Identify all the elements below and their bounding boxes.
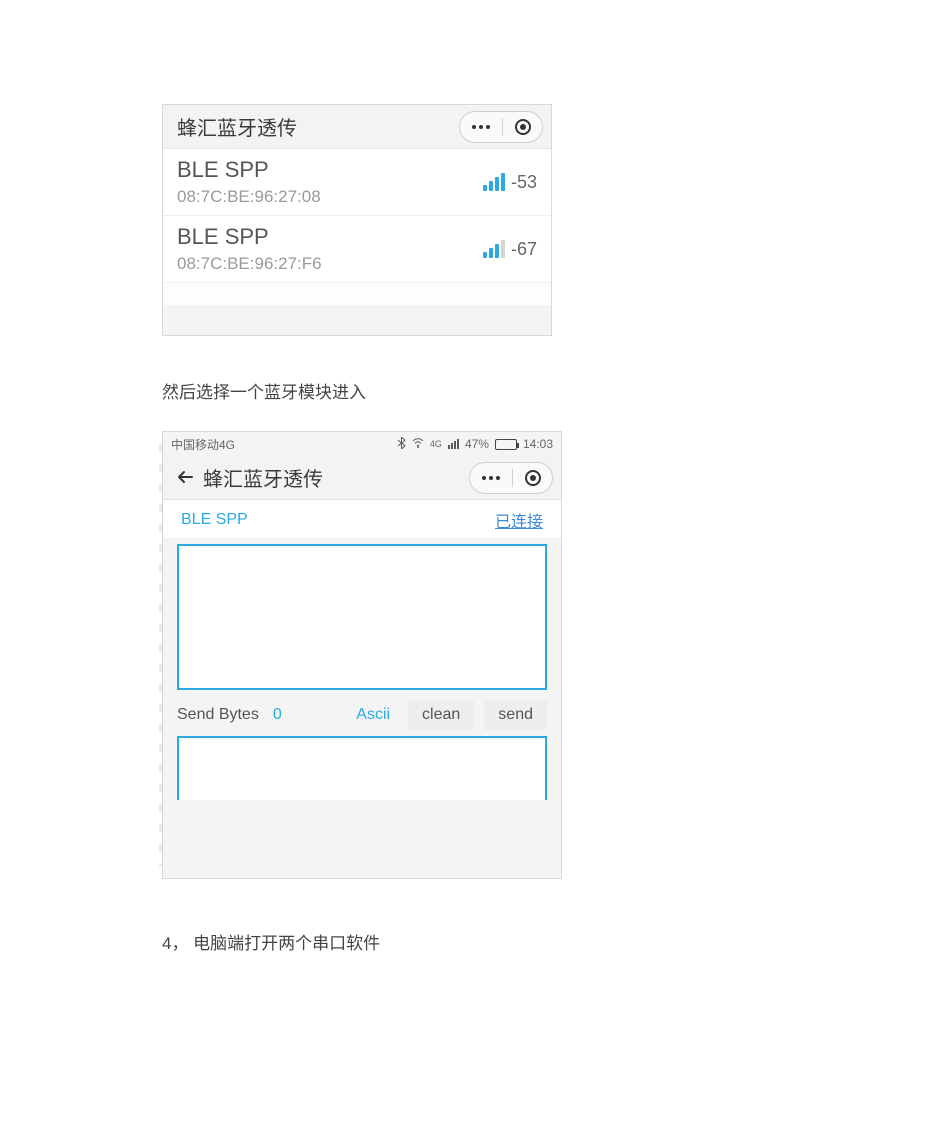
back-icon[interactable] [177, 467, 193, 489]
battery-icon [495, 439, 517, 450]
pill-separator [502, 118, 503, 136]
more-icon[interactable] [472, 125, 490, 129]
device-row[interactable]: BLE SPP 08:7C:BE:96:27:08 -53 [163, 149, 551, 216]
status-time: 14:03 [523, 437, 553, 451]
connection-status-row: BLE SPP 已连接 [163, 500, 561, 538]
send-button[interactable]: send [484, 700, 547, 730]
close-target-icon[interactable] [525, 470, 541, 486]
app-title: 蜂汇蓝牙透传 [177, 112, 459, 141]
device-rssi: -67 [511, 239, 537, 260]
close-target-icon[interactable] [515, 119, 531, 135]
device-name: BLE SPP [177, 157, 483, 183]
encoding-toggle[interactable]: Ascii [356, 706, 390, 724]
connection-state-link[interactable]: 已连接 [495, 508, 543, 532]
caption-select-module: 然后选择一个蓝牙模块进入 [162, 378, 945, 403]
send-panel[interactable] [177, 736, 547, 800]
wifi-icon [412, 437, 424, 451]
signal-bars-icon [483, 240, 505, 258]
pill-separator [512, 469, 513, 487]
device-rssi: -53 [511, 172, 537, 193]
miniprogram-menu-pill[interactable] [459, 111, 543, 143]
bluetooth-icon [397, 437, 406, 452]
app-title: 蜂汇蓝牙透传 [203, 463, 469, 492]
send-controls-row: Send Bytes 0 Ascii clean send [163, 700, 561, 730]
signal-bars-icon [483, 173, 505, 191]
title-bar: 蜂汇蓝牙透传 [163, 456, 561, 500]
receive-panel[interactable] [177, 544, 547, 690]
send-bytes-label: Send Bytes [177, 706, 259, 724]
device-mac: 08:7C:BE:96:27:F6 [177, 254, 483, 274]
device-name: BLE SPP [177, 224, 483, 250]
carrier-label: 中国移动4G [171, 436, 397, 453]
screenshot-device-list: 蜂汇蓝牙透传 BLE SPP 08:7C:BE:96:27:08 -53 BLE… [162, 104, 552, 336]
net-label: 4G [430, 439, 442, 449]
clean-button[interactable]: clean [408, 700, 474, 730]
more-icon[interactable] [482, 476, 500, 480]
title-bar: 蜂汇蓝牙透传 [163, 105, 551, 149]
screenshot-device-detail: 中国移动4G 4G 47% 14:03 蜂汇蓝牙透传 BLE SPP [162, 431, 562, 879]
caption-open-serial: 4， 电脑端打开两个串口软件 [162, 929, 945, 954]
send-bytes-value: 0 [273, 706, 282, 724]
cell-signal-icon [448, 439, 459, 449]
connected-device-name: BLE SPP [181, 511, 248, 529]
miniprogram-menu-pill[interactable] [469, 462, 553, 494]
device-mac: 08:7C:BE:96:27:08 [177, 187, 483, 207]
device-row[interactable]: BLE SPP 08:7C:BE:96:27:F6 -67 [163, 216, 551, 283]
battery-pct: 47% [465, 437, 489, 451]
blank-area [163, 283, 551, 305]
phone-status-bar: 中国移动4G 4G 47% 14:03 [163, 432, 561, 456]
